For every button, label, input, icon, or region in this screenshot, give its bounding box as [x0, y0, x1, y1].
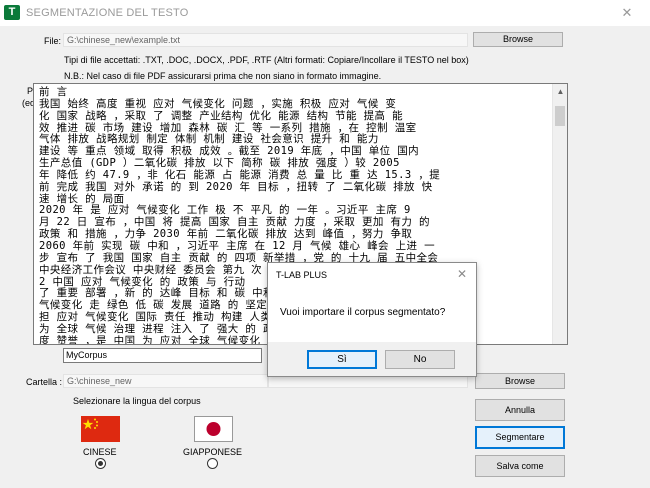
- window-close-icon[interactable]: ✕: [620, 6, 634, 20]
- radio-chinese[interactable]: [95, 458, 106, 469]
- language-label-japanese: GIAPPONESE: [183, 447, 243, 457]
- corpus-name-input[interactable]: MyCorpus: [63, 348, 262, 363]
- japan-flag-icon: [194, 416, 233, 442]
- china-flag-icon: [81, 416, 120, 442]
- segment-button[interactable]: Segmentare: [475, 426, 565, 449]
- cancel-button[interactable]: Annulla: [475, 399, 565, 421]
- cartella-browse-button[interactable]: Browse: [475, 373, 565, 389]
- cartella-label: Cartella :: [26, 377, 63, 387]
- file-browse-button[interactable]: Browse: [473, 32, 563, 47]
- preview-line: 年 降低 约 47.9 ，非 化石 能源 占 能源 消费 总 量 比 重 达 1…: [39, 168, 441, 181]
- confirm-dialog: T-LAB PLUS ✕ Vuoi importare il corpus se…: [267, 262, 477, 377]
- preview-line: 我国 始终 高度 重视 应对 气候变化 问题 ，实施 积极 应对 气候 变: [39, 97, 397, 110]
- dialog-no-button[interactable]: No: [385, 350, 455, 369]
- radio-japanese[interactable]: [207, 458, 218, 469]
- dialog-title: T-LAB PLUS: [276, 270, 328, 280]
- file-path-field[interactable]: G:\chinese_new\example.txt: [63, 33, 468, 47]
- title-bar: T SEGMENTAZIONE DEL TESTO ✕: [0, 0, 650, 26]
- language-prompt: Selezionare la lingua del corpus: [73, 396, 201, 406]
- radio-selected-dot: [98, 461, 103, 466]
- scroll-thumb[interactable]: [555, 106, 565, 126]
- dialog-message: Vuoi importare il corpus segmentato?: [280, 307, 446, 318]
- file-label: File:: [44, 36, 62, 46]
- pdf-note: N.B.: Nel caso di file PDF assicurarsi p…: [64, 71, 382, 81]
- preview-line: 前 完成 我国 对外 承诺 的 到 2020 年 目标 ，扭转 了 二氧化碳 排…: [39, 180, 433, 193]
- app-logo-icon: T: [4, 5, 20, 20]
- dialog-close-icon[interactable]: ✕: [457, 267, 467, 281]
- window-title: SEGMENTAZIONE DEL TESTO: [26, 7, 189, 19]
- language-label-chinese: CINESE: [83, 447, 117, 457]
- vertical-scrollbar[interactable]: ▲: [552, 84, 567, 344]
- dialog-footer: Sì No: [268, 342, 476, 376]
- preview-line: 化 国家 战略 ，采取 了 调整 产业结构 优化 能源 结构 节能 提高 能: [39, 109, 404, 122]
- accepted-types-note: Tipi di file accettati: .TXT, .DOC, .DOC…: [64, 55, 469, 65]
- save-as-button[interactable]: Salva come: [475, 455, 565, 477]
- scroll-up-icon[interactable]: ▲: [553, 84, 567, 99]
- cartella-path-field[interactable]: G:\chinese_new: [63, 374, 268, 388]
- dialog-yes-button[interactable]: Sì: [307, 350, 377, 369]
